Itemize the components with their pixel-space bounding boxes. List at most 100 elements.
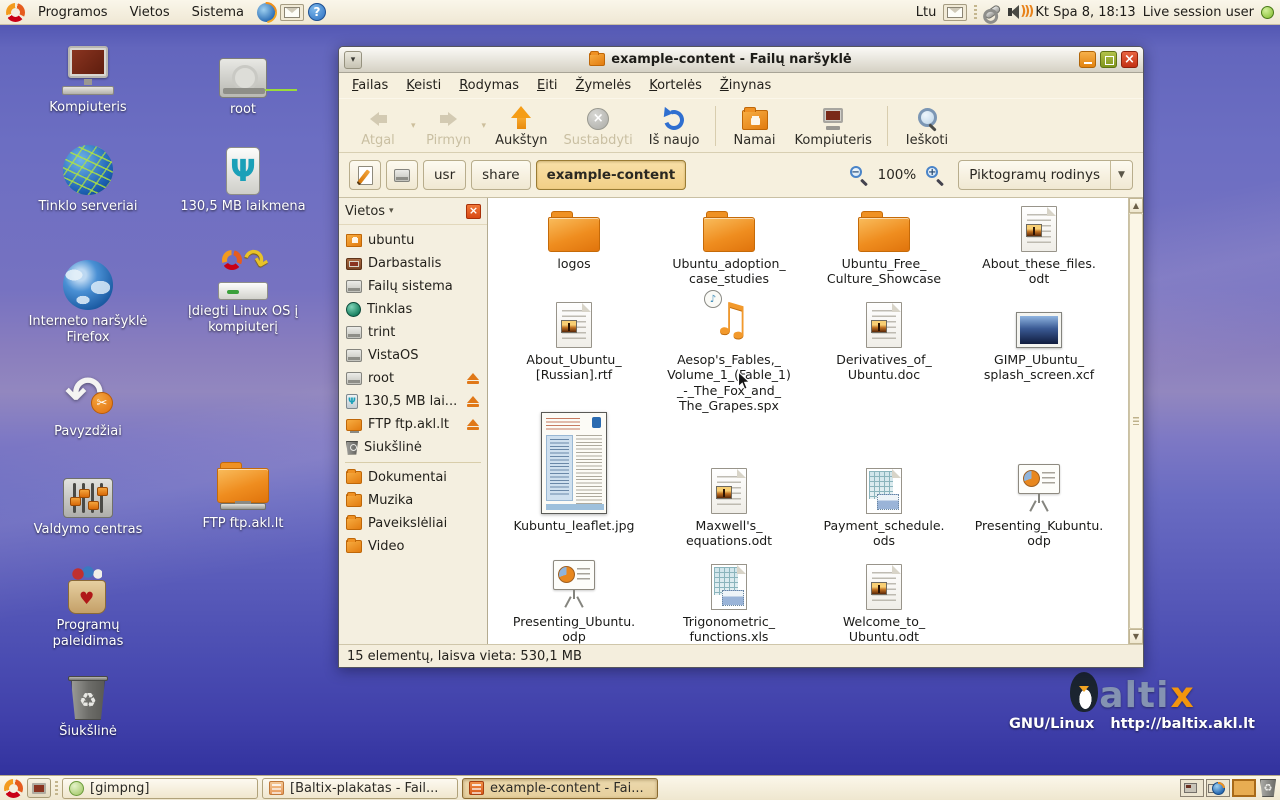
path-button-root[interactable] [386,160,418,190]
scroll-down-icon[interactable]: ▼ [1129,629,1143,644]
file-presenting-kubuntu[interactable]: Presenting_Kubuntu. odp [963,406,1115,552]
sidebar-header[interactable]: Vietos ▾ [339,198,487,225]
ubuntu-logo-icon[interactable] [6,3,25,22]
file-ubuntu-free-culture[interactable]: Ubuntu_Free_ Culture_Showcase [808,198,960,294]
zoom-in-button[interactable]: + [925,165,945,185]
path-button-usr[interactable]: usr [423,160,466,190]
keyboard-layout-indicator[interactable]: Ltu [916,5,937,20]
desktop-icon-siuksline[interactable]: Šiukšlinė [12,668,164,740]
clock[interactable]: Kt Spa 8, 18:13 [1035,5,1135,20]
file-view[interactable]: logos Ubuntu_adoption_ case_studies Ubun… [488,198,1128,644]
sidebar-item-muzika[interactable]: Muzika [339,489,487,512]
path-button-share[interactable]: share [471,160,530,190]
file-presenting-ubuntu[interactable]: Presenting_Ubuntu. odp [498,552,650,644]
file-aesops-fables[interactable]: ♫♪ Aesop's_Fables,_ Volume_1_(Fable_1) _… [653,294,805,406]
workspace-active[interactable] [1232,779,1256,797]
desktop-icon-tinklo-serveriai[interactable]: Tinklo serveriai [12,143,164,215]
workspace-1[interactable] [1180,779,1204,797]
minimize-button[interactable] [1079,51,1096,68]
close-button[interactable] [1121,51,1138,68]
sidebar-item-video[interactable]: Video [339,535,487,558]
desktop-icon-ftp[interactable]: FTP ftp.akl.lt [167,460,319,532]
forward-button[interactable]: Pirmyn [418,102,480,150]
eject-icon[interactable] [466,396,480,408]
desktop-icon-root[interactable]: root [167,46,319,118]
file-logos[interactable]: logos [498,198,650,294]
eject-icon[interactable] [466,419,480,431]
path-button-example-content[interactable]: example-content [536,160,687,190]
task-button-baltix-plakatas[interactable]: [Baltix-plakatas - Fail... [262,778,458,799]
menu-vietos[interactable]: Vietos [121,3,179,22]
back-button[interactable]: Atgal [347,102,409,150]
home-button[interactable]: Namai [724,102,786,150]
menu-failas[interactable]: Failas [343,75,397,96]
sidebar-item-trint[interactable]: trint [339,321,487,344]
menu-rodymas[interactable]: Rodymas [450,75,528,96]
desktop-icon-firefox[interactable]: Interneto naršyklė Firefox [12,258,164,345]
user-switcher[interactable]: Live session user [1143,5,1254,20]
sidebar-item-siuksline[interactable]: Šiukšlinė [339,436,487,459]
presence-status-icon[interactable] [1261,6,1274,19]
desktop-icon-kompiuteris[interactable]: Kompiuteris [12,44,164,116]
vertical-scrollbar[interactable]: ▲ ▼ [1128,198,1143,644]
sidebar-item-root[interactable]: root [339,367,487,390]
sidebar-item-vistaos[interactable]: VistaOS [339,344,487,367]
sidebar-item-failu-sistema[interactable]: Failų sistema [339,275,487,298]
file-payment-schedule[interactable]: Payment_schedule. ods [808,406,960,552]
trash-applet-icon[interactable] [1260,779,1276,797]
forward-history-chevron[interactable]: ▾ [482,121,487,131]
tool-tray-icon[interactable] [984,4,1003,20]
sidebar-item-ubuntu[interactable]: ubuntu [339,229,487,252]
file-trigonometric-functions[interactable]: Trigonometric_ functions.xls [653,552,805,644]
sidebar-item-ftp[interactable]: FTP ftp.akl.lt [339,413,487,436]
file-about-these-files[interactable]: About_these_files. odt [963,198,1115,294]
file-welcome-to-ubuntu[interactable]: Welcome_to_ Ubuntu.odt [808,552,960,644]
sidebar-item-paveiksleliai[interactable]: Paveikslėliai [339,512,487,535]
desktop-icon-pavyzdziai[interactable]: ↶ Pavyzdžiai [12,368,164,440]
sidebar-item-dokumentai[interactable]: Dokumentai [339,466,487,489]
up-button[interactable]: Aukštyn [488,102,554,150]
computer-button[interactable]: Kompiuteris [788,102,879,150]
menu-zinynas[interactable]: Žinynas [711,75,780,96]
mail-launcher[interactable] [280,4,304,21]
menu-korteles[interactable]: Kortelės [640,75,711,96]
edit-location-button[interactable] [349,160,381,190]
file-kubuntu-leaflet[interactable]: Kubuntu_leaflet.jpg [498,406,650,552]
help-icon[interactable] [308,3,326,21]
back-history-chevron[interactable]: ▾ [411,121,416,131]
file-gimp-splash[interactable]: GIMP_Ubuntu_ splash_screen.xcf [963,294,1115,406]
desktop-icon-programu-paleidimas[interactable]: Programų paleidimas [12,562,164,649]
volume-icon[interactable]: ))) [1008,4,1028,20]
mail-notification[interactable] [943,4,967,21]
sidebar-item-tinklas[interactable]: Tinklas [339,298,487,321]
show-desktop-button[interactable] [27,778,51,798]
zoom-out-button[interactable]: − [849,165,869,185]
menu-programos[interactable]: Programos [29,3,117,22]
desktop-icon-usb-laikmena[interactable]: 130,5 MB laikmena [167,143,319,215]
scroll-up-icon[interactable]: ▲ [1129,198,1143,213]
file-derivatives-of-ubuntu[interactable]: Derivatives_of_ Ubuntu.doc [808,294,960,406]
view-mode-select[interactable]: Piktogramų rodinys ▼ [958,160,1133,190]
task-button-gimp[interactable]: [gimpng] [62,778,258,799]
file-ubuntu-adoption[interactable]: Ubuntu_adoption_ case_studies [653,198,805,294]
ubuntu-menu-icon[interactable] [4,779,23,798]
menu-eiti[interactable]: Eiti [528,75,567,96]
file-about-ubuntu-russian[interactable]: About_Ubuntu_ [Russian].rtf [498,294,650,406]
menu-zymeles[interactable]: Žymelės [567,75,641,96]
workspace-switcher[interactable] [1180,779,1256,797]
file-maxwells-equations[interactable]: Maxwell's_ equations.odt [653,406,805,552]
sidebar-item-usb[interactable]: 130,5 MB lai... [339,390,487,413]
window-menu-button[interactable]: ▾ [344,51,362,69]
menu-sistema[interactable]: Sistema [183,3,253,22]
scrollbar-thumb[interactable] [1129,213,1143,629]
reload-button[interactable]: Iš naujo [642,102,707,150]
desktop-icon-valdymo-centras[interactable]: Valdymo centras [12,466,164,538]
sidebar-close-button[interactable] [466,204,481,219]
search-button[interactable]: Ieškoti [896,102,958,150]
task-button-example-content[interactable]: example-content - Fai... [462,778,658,799]
workspace-2[interactable] [1206,779,1230,797]
menu-keisti[interactable]: Keisti [397,75,450,96]
desktop-icon-install-linux[interactable]: ↷ Įdiegti Linux OS į kompiuterį [167,248,319,335]
eject-icon[interactable] [466,373,480,385]
titlebar[interactable]: ▾ example-content - Failų naršyklė [339,47,1143,73]
